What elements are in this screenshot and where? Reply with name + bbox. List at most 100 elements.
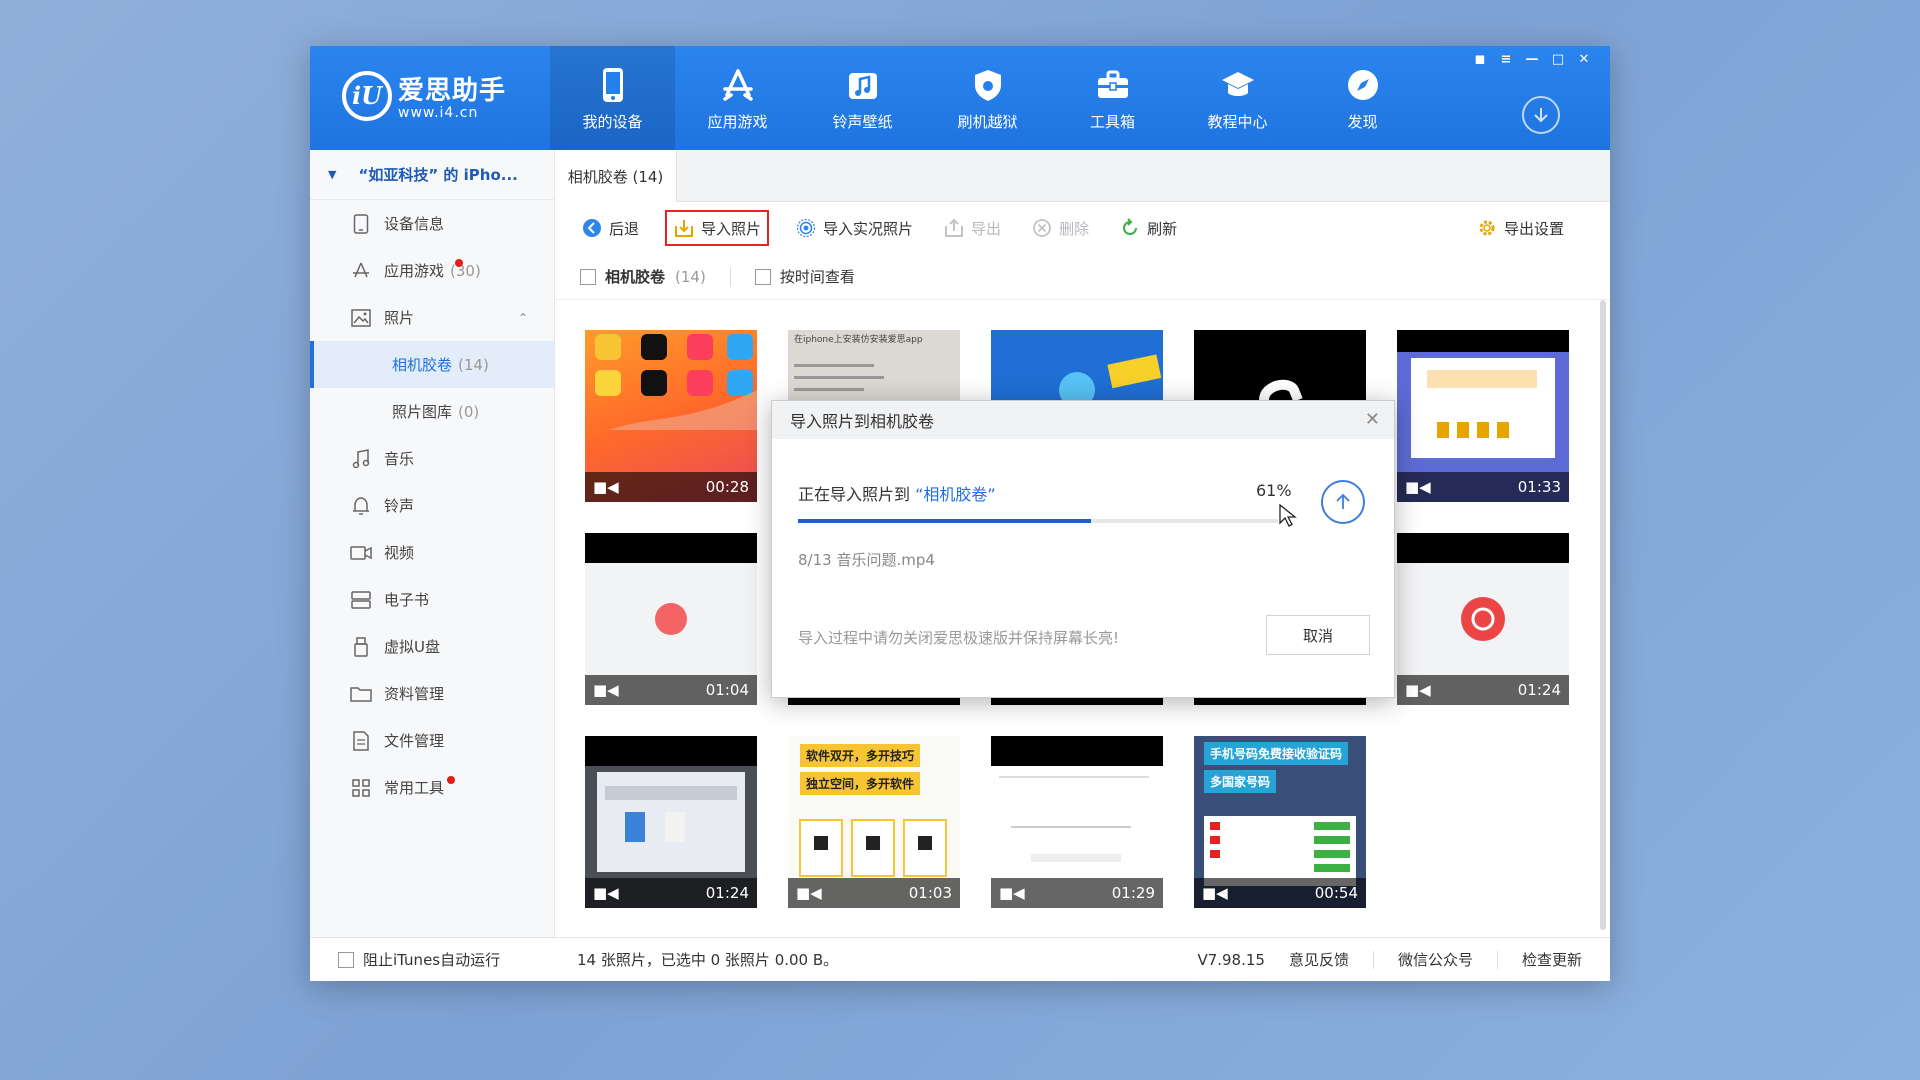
delete-icon	[1031, 217, 1053, 239]
select-all-checkbox[interactable]: 相机胶卷 (14)	[580, 266, 706, 287]
sidebar-item-videos[interactable]: 视频	[310, 529, 554, 576]
background-upload-button[interactable]	[1321, 480, 1365, 524]
checkbox[interactable]	[755, 269, 771, 285]
nav-ringtones[interactable]: 铃声壁纸	[800, 46, 925, 150]
sidebar-item-apps[interactable]: 应用游戏 (30)	[310, 247, 554, 294]
minimize-icon[interactable]: —	[1524, 52, 1540, 67]
current-file: 8/13 音乐问题.mp4	[798, 549, 935, 570]
progress-bar	[798, 519, 1278, 523]
sidebar-item-label: 铃声	[384, 495, 414, 516]
video-duration: 01:04	[706, 681, 749, 699]
photo-thumbnail[interactable]: ■◀01:29	[991, 736, 1163, 908]
download-icon[interactable]	[1522, 96, 1560, 134]
import-live-label: 导入实况照片	[823, 218, 913, 239]
sidebar-item-camera-roll[interactable]: 相机胶卷 (14)	[310, 341, 554, 388]
feedback-link[interactable]: 意见反馈	[1289, 949, 1349, 970]
back-arrow-icon	[581, 217, 603, 239]
view-by-time-checkbox[interactable]: 按时间查看	[755, 266, 855, 287]
photo-thumbnail[interactable]: ■◀00:28	[585, 330, 757, 502]
shirt-icon[interactable]: ◼	[1472, 52, 1488, 67]
phone-icon	[601, 65, 625, 105]
sidebar-item-device-info[interactable]: 设备信息	[310, 200, 554, 247]
export-button[interactable]: 导出	[939, 210, 1005, 246]
refresh-button[interactable]: 刷新	[1115, 210, 1181, 246]
photo-thumbnail[interactable]: ■◀01:04	[585, 533, 757, 705]
shield-icon	[973, 65, 1003, 105]
import-live-photos-button[interactable]: 导入实况照片	[791, 210, 917, 246]
device-selector[interactable]: ▼ “如亚科技” 的 iPho...	[310, 150, 554, 200]
sidebar-item-photos[interactable]: 照片 ⌃	[310, 294, 554, 341]
usb-drive-icon	[350, 636, 372, 658]
photo-icon	[350, 307, 372, 329]
checkbox[interactable]	[580, 269, 596, 285]
sidebar-item-label: 视频	[384, 542, 414, 563]
maximize-icon[interactable]: □	[1550, 52, 1566, 67]
scrollbar[interactable]	[1600, 300, 1606, 930]
photo-thumbnail[interactable]: ■◀01:24	[585, 736, 757, 908]
nav-apps[interactable]: 应用游戏	[675, 46, 800, 150]
nav-my-device[interactable]: 我的设备	[550, 46, 675, 150]
nav-toolbox[interactable]: 工具箱	[1050, 46, 1175, 150]
block-itunes-checkbox[interactable]: 阻止iTunes自动运行	[310, 949, 555, 970]
nav-discover[interactable]: 发现	[1300, 46, 1425, 150]
sidebar-item-ebooks[interactable]: 电子书	[310, 576, 554, 623]
close-icon[interactable]: ✕	[1365, 409, 1380, 430]
video-duration: 01:33	[1518, 478, 1561, 496]
video-camera-icon: ■◀	[1405, 478, 1431, 496]
filter-bar: 相机胶卷 (14) 按时间查看	[555, 254, 1610, 300]
video-overlay: ■◀ 01:33	[1397, 472, 1569, 502]
nav-flash-jailbreak[interactable]: 刷机越狱	[925, 46, 1050, 150]
sidebar-item-label: 照片图库	[392, 401, 452, 422]
export-icon	[943, 217, 965, 239]
chevron-up-icon: ⌃	[518, 311, 528, 325]
sidebar-item-label: 应用游戏	[384, 260, 444, 281]
list-icon[interactable]: ≡	[1498, 52, 1514, 67]
sidebar-item-label: 照片	[384, 307, 414, 328]
refresh-label: 刷新	[1147, 218, 1177, 239]
sidebar-item-photo-library[interactable]: 照片图库 (0)	[310, 388, 554, 435]
arrow-up-icon	[1333, 492, 1353, 512]
video-overlay: ■◀01:24	[585, 878, 757, 908]
checkbox[interactable]	[338, 952, 354, 968]
wechat-link[interactable]: 微信公众号	[1398, 949, 1473, 970]
delete-button[interactable]: 删除	[1027, 210, 1093, 246]
import-icon	[673, 217, 695, 239]
photo-thumbnail[interactable]: ■◀ 01:33	[1397, 330, 1569, 502]
sidebar-item-label: 虚拟U盘	[384, 636, 440, 657]
compass-icon	[1346, 65, 1380, 105]
album-count: (14)	[675, 268, 706, 286]
sidebar-item-tools[interactable]: 常用工具	[310, 764, 554, 811]
check-update-link[interactable]: 检查更新	[1522, 949, 1582, 970]
nav-tutorials[interactable]: 教程中心	[1175, 46, 1300, 150]
video-duration: 00:54	[1315, 884, 1358, 902]
sidebar-item-file-management[interactable]: 文件管理	[310, 717, 554, 764]
photo-thumbnail[interactable]: 软件双开，多开技巧 独立空间，多开软件 ■◀01:03	[788, 736, 960, 908]
sidebar-item-data-management[interactable]: 资料管理	[310, 670, 554, 717]
sidebar-item-label: 音乐	[384, 448, 414, 469]
dialog-title: 导入照片到相机胶卷	[790, 408, 934, 432]
photo-thumbnail[interactable]: 手机号码免费接收验证码 多国家号码 ■◀00:54	[1194, 736, 1366, 908]
sidebar-item-virtual-udisk[interactable]: 虚拟U盘	[310, 623, 554, 670]
sidebar-item-label: 相机胶卷	[392, 354, 452, 375]
tab-camera-roll[interactable]: 相机胶卷 (14)	[555, 150, 677, 202]
divider	[1373, 951, 1374, 969]
export-settings-button[interactable]: 导出设置	[1472, 210, 1568, 246]
video-overlay: ■◀00:54	[1194, 878, 1366, 908]
import-photos-button[interactable]: 导入照片	[665, 210, 769, 246]
photo-thumbnail[interactable]: ■◀01:24	[1397, 533, 1569, 705]
grid-icon	[350, 777, 372, 799]
sidebar-item-label: 设备信息	[384, 213, 444, 234]
back-button[interactable]: 后退	[577, 210, 643, 246]
sidebar-item-ringtones[interactable]: 铃声	[310, 482, 554, 529]
video-duration: 01:24	[1518, 681, 1561, 699]
window-controls: ◼ ≡ — □ ✕	[1472, 52, 1592, 67]
itunes-label: 阻止iTunes自动运行	[363, 949, 500, 970]
top-header: iU 爱思助手 www.i4.cn 我的设备 应用游戏	[310, 46, 1610, 150]
import-warning: 导入过程中请勿关闭爱思极速版并保持屏幕长亮!	[798, 627, 1119, 648]
video-camera-icon: ■◀	[593, 478, 619, 496]
sidebar-item-music[interactable]: 音乐	[310, 435, 554, 482]
video-duration: 01:29	[1112, 884, 1155, 902]
cancel-button[interactable]: 取消	[1266, 615, 1370, 655]
video-duration: 01:03	[909, 884, 952, 902]
close-icon[interactable]: ✕	[1576, 52, 1592, 67]
